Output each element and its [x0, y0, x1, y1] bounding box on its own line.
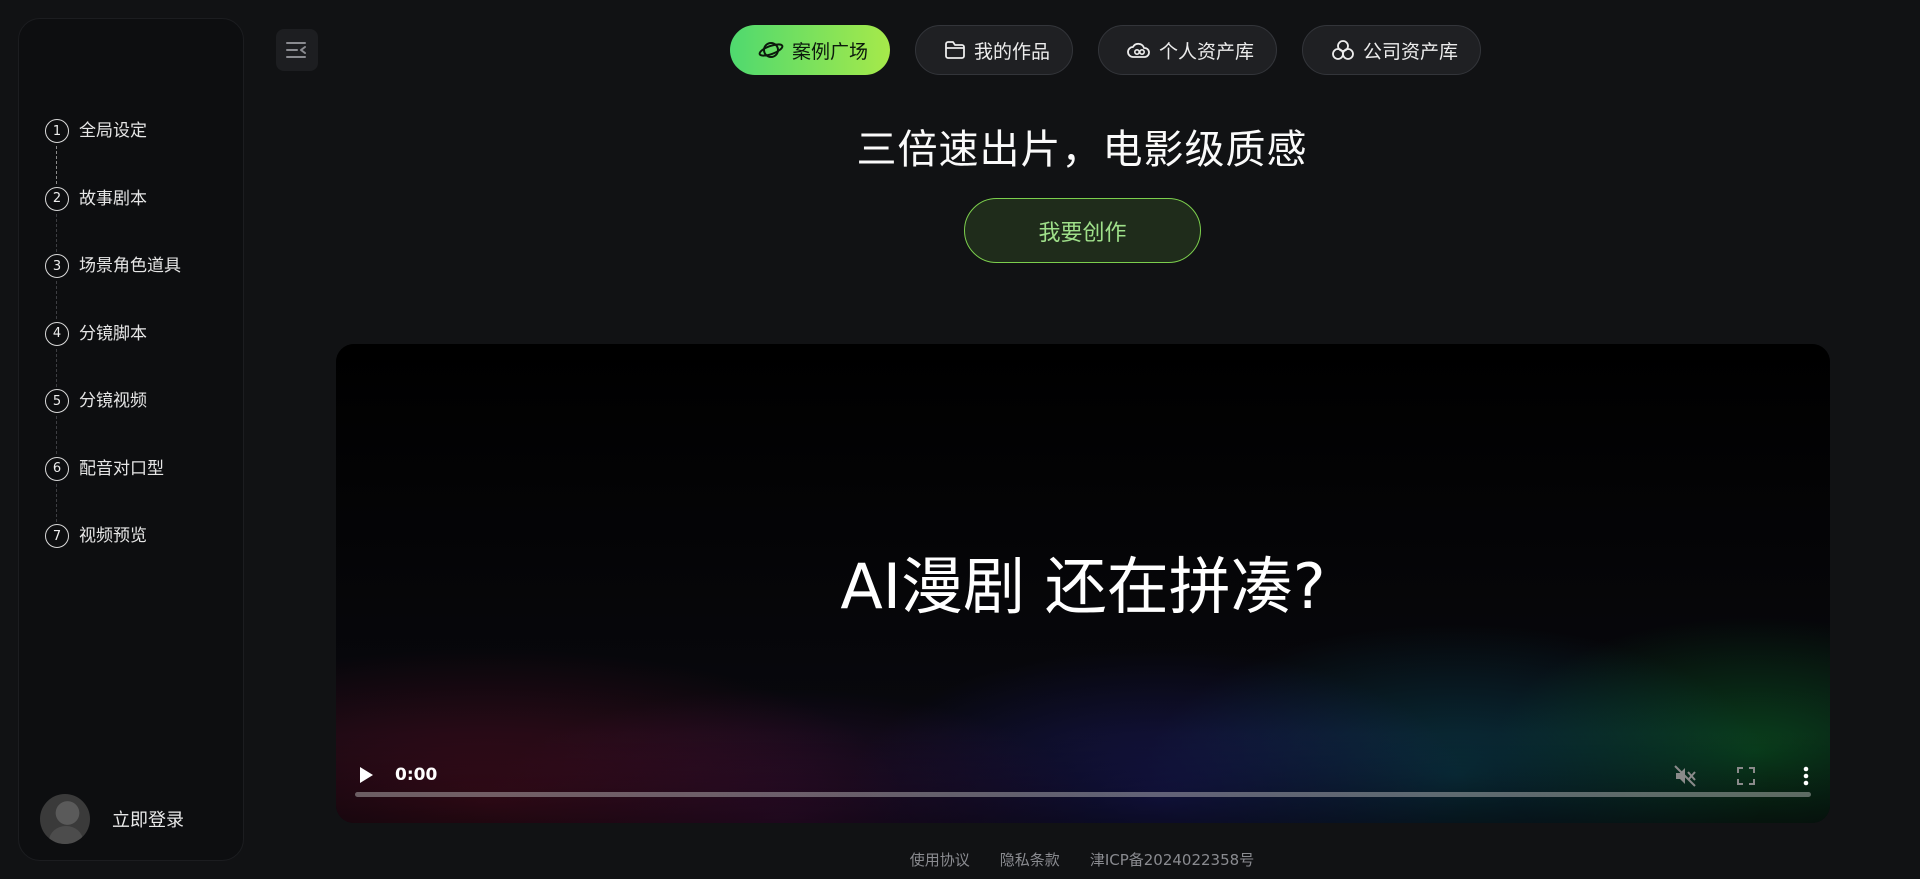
step-connector	[56, 213, 57, 252]
icp-link[interactable]: 津ICP备2024022358号	[1090, 849, 1254, 870]
folder-icon	[945, 41, 965, 59]
step-label: 视频预览	[79, 526, 147, 546]
footer: 使用协议 隐私条款 津ICP备2024022358号	[262, 849, 1902, 870]
planet-icon	[758, 42, 784, 58]
step-list: 1 全局设定 2 故事剧本 3 场景角色道具 4 分镜脚本 5 分镜视频 6 配…	[45, 119, 181, 592]
step-label: 分镜脚本	[79, 323, 147, 344]
step-connector	[56, 281, 57, 319]
step-item-scene-characters-props[interactable]: 3 场景角色道具	[45, 254, 181, 322]
current-time: 0:00	[395, 765, 438, 785]
collapse-menu-icon	[286, 42, 306, 58]
tab-label: 我的作品	[974, 40, 1051, 63]
step-item-global-settings[interactable]: 1 全局设定	[45, 119, 181, 187]
collapse-sidebar-button[interactable]	[276, 29, 318, 71]
create-button[interactable]: 我要创作	[964, 198, 1201, 263]
login-button[interactable]: 立即登录	[40, 794, 184, 844]
step-connector	[56, 146, 57, 184]
step-connector	[56, 348, 57, 387]
step-item-video-preview[interactable]: 7 视频预览	[45, 524, 181, 592]
tab-label: 个人资产库	[1159, 40, 1255, 63]
step-number: 4	[45, 321, 69, 346]
step-number: 1	[45, 119, 69, 143]
tab-case-square[interactable]: 案例广场	[730, 25, 891, 75]
play-icon[interactable]	[356, 764, 376, 786]
terms-link[interactable]: 使用协议	[910, 849, 970, 870]
step-number: 5	[45, 389, 69, 413]
tab-label: 案例广场	[792, 40, 869, 63]
step-label: 全局设定	[79, 121, 147, 141]
step-label: 配音对口型	[79, 458, 164, 479]
login-label: 立即登录	[112, 810, 184, 831]
hero-title: 三倍速出片，电影级质感	[856, 127, 1308, 173]
step-item-story-script[interactable]: 2 故事剧本	[45, 186, 181, 255]
tab-company-assets[interactable]: 公司资产库	[1302, 25, 1482, 75]
sidebar: 1 全局设定 2 故事剧本 3 场景角色道具 4 分镜脚本 5 分镜视频 6 配…	[18, 18, 244, 861]
step-label: 故事剧本	[79, 188, 147, 209]
video-player[interactable]: AI漫剧 还在拼凑? 0:00	[336, 344, 1830, 823]
privacy-link[interactable]: 隐私条款	[1000, 849, 1060, 870]
video-controls: 0:00	[336, 733, 1830, 823]
top-nav: 案例广场 我的作品 个人资产库 公司资产库	[730, 25, 1482, 75]
step-item-dubbing-lipsync[interactable]: 6 配音对口型	[45, 456, 181, 525]
step-connector	[56, 483, 57, 522]
tab-label: 公司资产库	[1363, 40, 1459, 63]
step-item-storyboard-video[interactable]: 5 分镜视频	[45, 389, 181, 457]
cluster-icon	[1332, 40, 1354, 60]
step-label: 场景角色道具	[79, 256, 181, 276]
step-label: 分镜视频	[79, 391, 147, 411]
more-options-icon[interactable]	[1793, 763, 1819, 789]
step-number: 3	[45, 254, 69, 278]
step-number: 6	[45, 456, 69, 481]
progress-bar[interactable]	[355, 792, 1811, 797]
video-caption: AI漫剧 还在拼凑?	[840, 550, 1326, 623]
tab-my-works[interactable]: 我的作品	[915, 25, 1074, 75]
step-item-storyboard-script[interactable]: 4 分镜脚本	[45, 321, 181, 390]
app-root: 1 全局设定 2 故事剧本 3 场景角色道具 4 分镜脚本 5 分镜视频 6 配…	[0, 0, 1920, 879]
fullscreen-icon[interactable]	[1733, 763, 1759, 789]
cloud-asset-icon	[1127, 42, 1150, 58]
step-connector	[56, 416, 57, 454]
tab-personal-assets[interactable]: 个人资产库	[1098, 25, 1278, 75]
avatar	[40, 794, 90, 844]
mute-icon[interactable]	[1672, 763, 1698, 789]
step-number: 2	[45, 186, 69, 211]
step-number: 7	[45, 524, 69, 548]
